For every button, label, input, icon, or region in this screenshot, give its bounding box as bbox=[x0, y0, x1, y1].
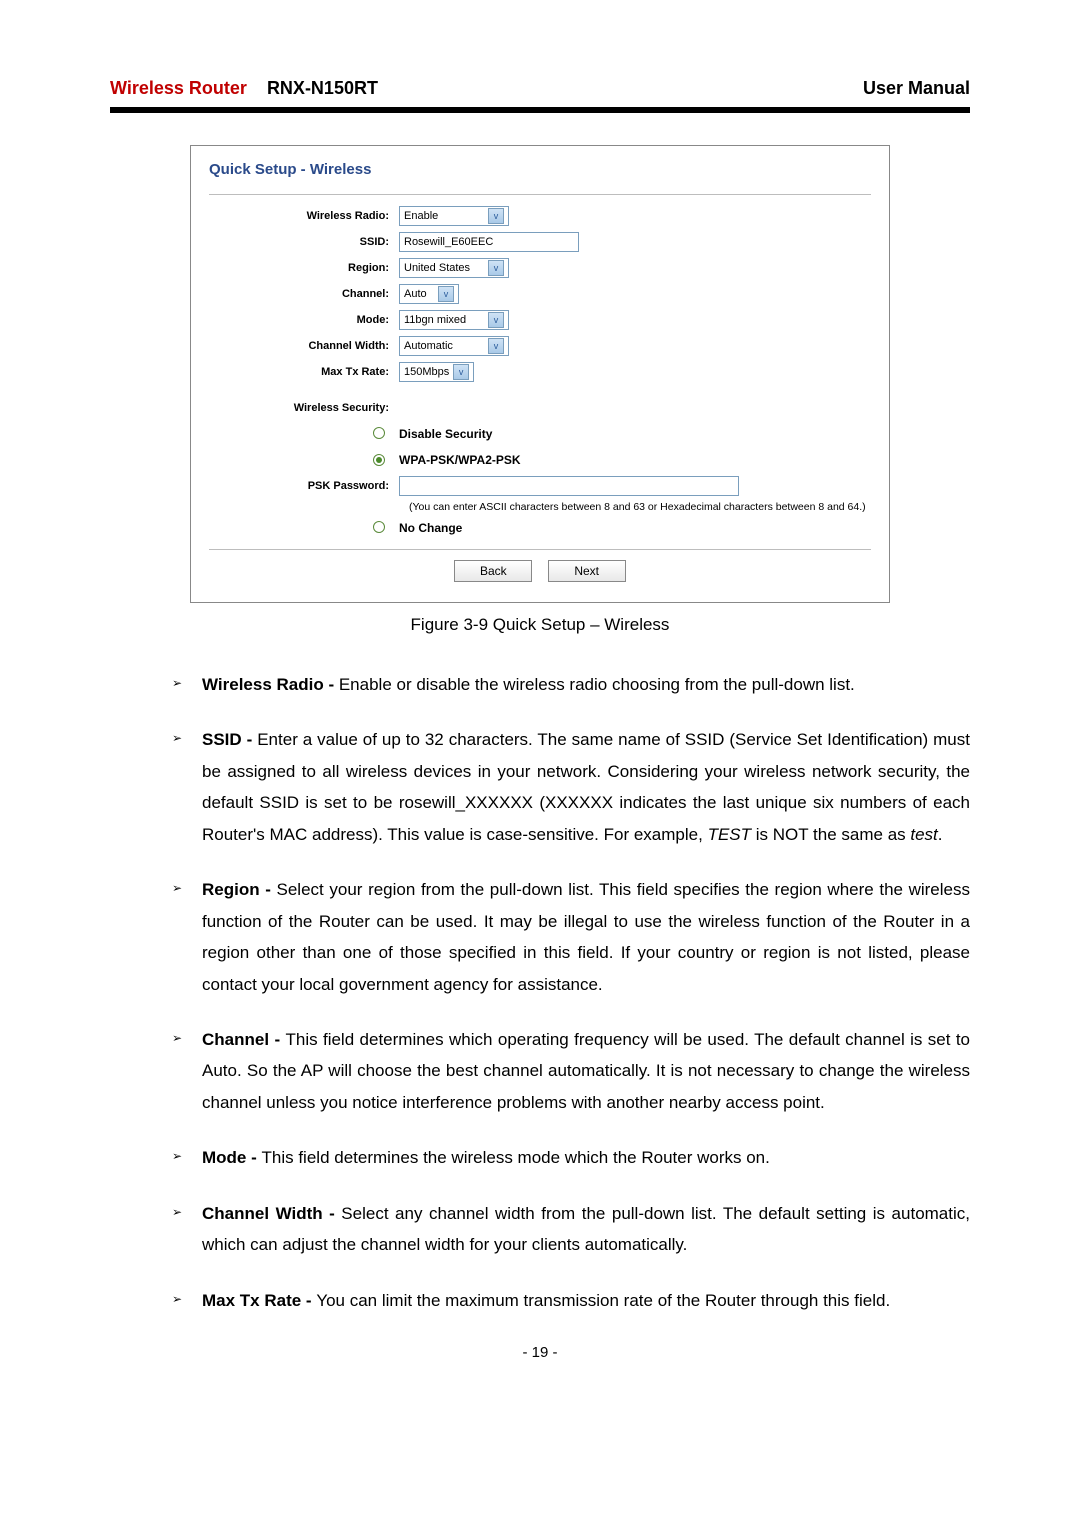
radio-wpa[interactable] bbox=[373, 454, 385, 466]
input-psk-password[interactable] bbox=[399, 476, 739, 496]
bullet-ssid: SSID - Enter a value of up to 32 charact… bbox=[172, 724, 970, 850]
psk-hint: (You can enter ASCII characters between … bbox=[409, 501, 871, 513]
label-wireless-radio: Wireless Radio: bbox=[209, 210, 399, 222]
row-region: Region: United States v bbox=[209, 257, 871, 279]
row-max-tx-rate: Max Tx Rate: 150Mbps v bbox=[209, 361, 871, 383]
row-wpa: WPA-PSK/WPA2-PSK bbox=[209, 449, 871, 471]
row-mode: Mode: 11bgn mixed v bbox=[209, 309, 871, 331]
bullet-italic2: test bbox=[910, 825, 937, 844]
row-wireless-security: Wireless Security: bbox=[209, 397, 871, 419]
bullet-text: You can limit the maximum transmission r… bbox=[316, 1291, 890, 1310]
text-wpa: WPA-PSK/WPA2-PSK bbox=[399, 453, 521, 467]
brand-text: Wireless Router bbox=[110, 78, 247, 98]
figure-title: Quick Setup - Wireless bbox=[209, 161, 871, 178]
chevron-down-icon: v bbox=[453, 364, 469, 380]
bullet-label: Mode - bbox=[202, 1148, 262, 1167]
label-region: Region: bbox=[209, 262, 399, 274]
bullet-max-tx-rate: Max Tx Rate - You can limit the maximum … bbox=[172, 1285, 970, 1316]
label-wireless-security: Wireless Security: bbox=[209, 402, 399, 414]
row-psk-password: PSK Password: bbox=[209, 475, 871, 497]
next-button[interactable]: Next bbox=[548, 560, 626, 582]
select-mode[interactable]: 11bgn mixed v bbox=[399, 310, 509, 330]
select-value: 150Mbps bbox=[404, 366, 449, 378]
bullet-italic1: TEST bbox=[708, 825, 751, 844]
bullet-text: Select your region from the pull-down li… bbox=[202, 880, 970, 993]
back-button[interactable]: Back bbox=[454, 560, 532, 582]
header-rule bbox=[110, 107, 970, 113]
radio-disable-security[interactable] bbox=[373, 427, 385, 439]
select-value: Automatic bbox=[404, 340, 453, 352]
label-psk-password: PSK Password: bbox=[209, 480, 399, 492]
select-max-tx-rate[interactable]: 150Mbps v bbox=[399, 362, 474, 382]
bullet-text: Enable or disable the wireless radio cho… bbox=[339, 675, 855, 694]
label-max-tx-rate: Max Tx Rate: bbox=[209, 366, 399, 378]
page-header: Wireless Router RNX-N150RT User Manual bbox=[110, 78, 970, 105]
chevron-down-icon: v bbox=[488, 208, 504, 224]
row-channel: Channel: Auto v bbox=[209, 283, 871, 305]
radio-no-change[interactable] bbox=[373, 521, 385, 533]
select-value: United States bbox=[404, 262, 470, 274]
bullet-text: This field determines which operating fr… bbox=[202, 1030, 970, 1112]
bullet-mode: Mode - This field determines the wireles… bbox=[172, 1142, 970, 1173]
page: Wireless Router RNX-N150RT User Manual Q… bbox=[0, 0, 1080, 1421]
button-row: Back Next bbox=[209, 560, 871, 582]
figure-quick-setup: Quick Setup - Wireless Wireless Radio: E… bbox=[190, 145, 890, 603]
bullet-wireless-radio: Wireless Radio - Enable or disable the w… bbox=[172, 669, 970, 700]
bullet-list: Wireless Radio - Enable or disable the w… bbox=[110, 669, 970, 1316]
bullet-text: This field determines the wireless mode … bbox=[262, 1148, 770, 1167]
label-ssid: SSID: bbox=[209, 236, 399, 248]
input-value: Rosewill_E60EEC bbox=[404, 236, 493, 248]
bullet-label: SSID - bbox=[202, 730, 257, 749]
select-value: Enable bbox=[404, 210, 438, 222]
select-channel[interactable]: Auto v bbox=[399, 284, 459, 304]
figure-sep-bottom bbox=[209, 549, 871, 550]
chevron-down-icon: v bbox=[438, 286, 454, 302]
model-text: RNX-N150RT bbox=[267, 78, 378, 98]
select-channel-width[interactable]: Automatic v bbox=[399, 336, 509, 356]
chevron-down-icon: v bbox=[488, 312, 504, 328]
label-mode: Mode: bbox=[209, 314, 399, 326]
row-no-change: No Change bbox=[209, 517, 871, 539]
bullet-channel: Channel - This field determines which op… bbox=[172, 1024, 970, 1118]
bullet-label: Region - bbox=[202, 880, 277, 899]
text-disable-security: Disable Security bbox=[399, 427, 492, 441]
header-left: Wireless Router RNX-N150RT bbox=[110, 78, 378, 99]
row-disable-security: Disable Security bbox=[209, 423, 871, 445]
bullet-mid: is NOT the same as bbox=[751, 825, 910, 844]
figure-caption: Figure 3-9 Quick Setup – Wireless bbox=[110, 615, 970, 635]
select-wireless-radio[interactable]: Enable v bbox=[399, 206, 509, 226]
page-number: - 19 - bbox=[110, 1344, 970, 1361]
bullet-label: Max Tx Rate - bbox=[202, 1291, 316, 1310]
row-channel-width: Channel Width: Automatic v bbox=[209, 335, 871, 357]
row-ssid: SSID: Rosewill_E60EEC bbox=[209, 231, 871, 253]
input-ssid[interactable]: Rosewill_E60EEC bbox=[399, 232, 579, 252]
select-value: 11bgn mixed bbox=[404, 314, 466, 326]
figure-sep-top bbox=[209, 194, 871, 195]
header-right: User Manual bbox=[863, 78, 970, 99]
bullet-label: Channel - bbox=[202, 1030, 285, 1049]
bullet-label: Channel Width - bbox=[202, 1204, 341, 1223]
chevron-down-icon: v bbox=[488, 260, 504, 276]
text-no-change: No Change bbox=[399, 521, 462, 535]
select-value: Auto bbox=[404, 288, 427, 300]
bullet-end: . bbox=[938, 825, 943, 844]
label-channel: Channel: bbox=[209, 288, 399, 300]
label-channel-width: Channel Width: bbox=[209, 340, 399, 352]
row-wireless-radio: Wireless Radio: Enable v bbox=[209, 205, 871, 227]
bullet-label: Wireless Radio - bbox=[202, 675, 339, 694]
select-region[interactable]: United States v bbox=[399, 258, 509, 278]
bullet-channel-width: Channel Width - Select any channel width… bbox=[172, 1198, 970, 1261]
bullet-region: Region - Select your region from the pul… bbox=[172, 874, 970, 1000]
chevron-down-icon: v bbox=[488, 338, 504, 354]
